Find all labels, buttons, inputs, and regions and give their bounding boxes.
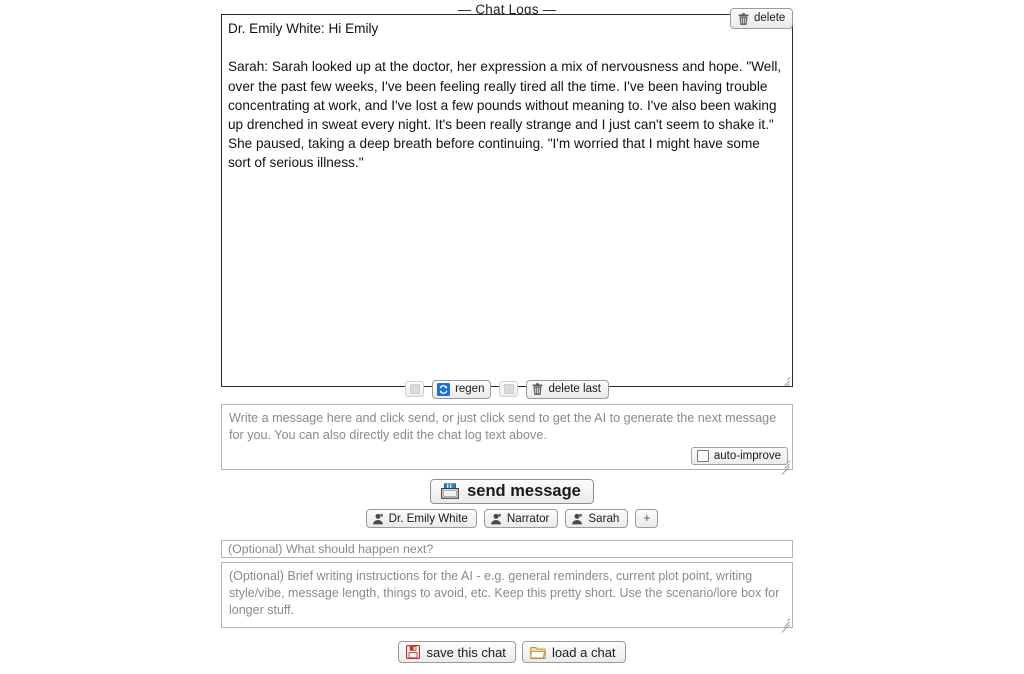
send-message-button[interactable]: send message: [430, 479, 594, 504]
character-chip-label: Sarah: [588, 512, 620, 525]
character-chip-sarah[interactable]: Sarah: [565, 509, 629, 528]
writing-instructions-placeholder: (Optional) Brief writing instructions fo…: [229, 569, 780, 617]
save-chat-button[interactable]: save this chat: [398, 641, 516, 663]
send-message-label: send message: [467, 481, 581, 500]
auto-improve-checkbox[interactable]: [696, 450, 709, 462]
character-chip-narrator[interactable]: Narrator: [483, 509, 559, 528]
send-message-row: send message: [0, 479, 1024, 504]
floppy-disk-icon: [406, 645, 421, 660]
load-chat-label: load a chat: [551, 644, 616, 660]
person-icon: [490, 513, 502, 525]
person-icon: [571, 513, 583, 525]
regen-button[interactable]: regen: [432, 379, 492, 399]
chat-app-root: — Chat Logs — delete Dr. Emily White: Hi…: [0, 0, 1024, 674]
left-arrow-icon: [409, 384, 420, 394]
trash-icon: [738, 12, 749, 25]
chat-log-textarea[interactable]: Dr. Emily White: Hi Emily Sarah: Sarah l…: [221, 14, 793, 387]
message-input[interactable]: Write a message here and click send, or …: [221, 404, 793, 475]
folder-icon: [530, 646, 546, 659]
auto-improve-label: auto-improve: [713, 450, 781, 462]
chat-file-actions: save this chat load a chat: [0, 641, 1024, 663]
delete-chat-button[interactable]: delete: [730, 8, 794, 29]
message-input-placeholder: Write a message here and click send, or …: [229, 411, 777, 442]
character-chip-label: Narrator: [506, 512, 550, 525]
chat-log-toolbar: regen delete last: [221, 378, 793, 400]
refresh-icon: [437, 382, 451, 396]
load-chat-button[interactable]: load a chat: [521, 641, 626, 663]
right-arrow-icon: [503, 384, 514, 394]
chat-log-text: Dr. Emily White: Hi Emily Sarah: Sarah l…: [228, 21, 782, 171]
outbox-tray-icon: [441, 483, 460, 499]
delete-chat-label: delete: [754, 12, 786, 24]
next-event-placeholder: (Optional) What should happen next?: [228, 542, 434, 556]
auto-improve-toggle[interactable]: auto-improve: [690, 447, 788, 465]
person-icon: [372, 513, 384, 525]
save-chat-label: save this chat: [426, 644, 506, 660]
character-chip-label: Dr. Emily White: [388, 512, 468, 525]
regen-label: regen: [455, 382, 485, 395]
delete-last-label: delete last: [548, 382, 601, 395]
add-character-button[interactable]: +: [635, 509, 659, 528]
delete-last-button[interactable]: delete last: [526, 379, 609, 399]
next-swipe-button[interactable]: [499, 381, 519, 397]
previous-swipe-button[interactable]: [405, 381, 425, 397]
trash-icon: [532, 383, 543, 396]
next-event-input[interactable]: (Optional) What should happen next?: [221, 540, 793, 558]
writing-instructions-input[interactable]: (Optional) Brief writing instructions fo…: [221, 562, 793, 633]
character-chip-row: Dr. Emily White Narrator Sarah +: [0, 509, 1024, 528]
character-chip-dr-emily-white[interactable]: Dr. Emily White: [365, 509, 477, 528]
